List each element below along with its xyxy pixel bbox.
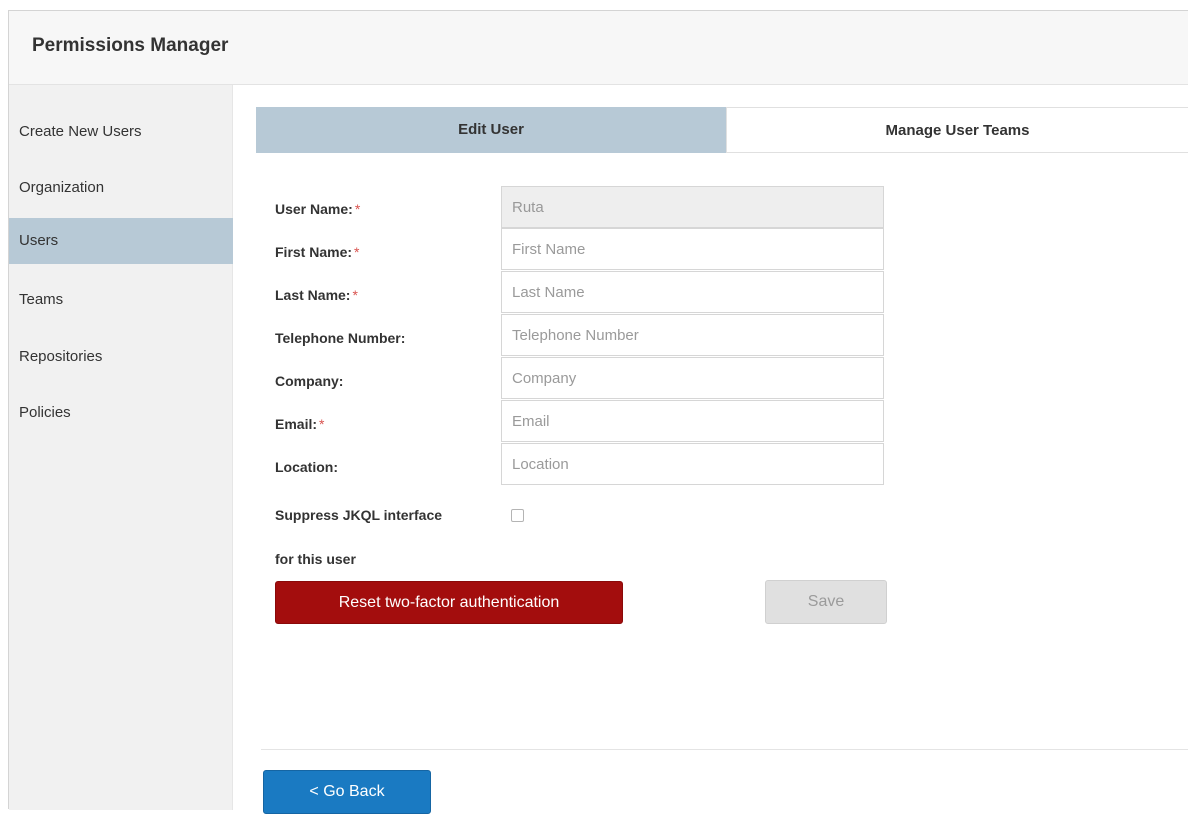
reset-two-factor-button[interactable]: Reset two-factor authentication: [275, 581, 623, 624]
tab-bar: Edit User Manage User Teams: [256, 107, 1188, 153]
email-label-text: Email:: [275, 416, 318, 432]
required-marker: *: [354, 201, 361, 217]
divider: [261, 749, 1188, 750]
sidebar-item-create-new-users[interactable]: Create New Users: [9, 109, 233, 155]
required-marker: *: [319, 416, 325, 432]
username-field[interactable]: [501, 186, 884, 228]
username-label-text: User Name:: [275, 201, 353, 217]
email-label: Email: *: [275, 416, 324, 432]
sidebar-item-organization[interactable]: Organization: [9, 165, 233, 211]
sidebar-item-users[interactable]: Users: [9, 218, 233, 264]
go-back-button[interactable]: < Go Back: [263, 770, 431, 814]
first-name-label-text: First Name:: [275, 244, 353, 260]
app-title: Permissions Manager: [32, 35, 229, 56]
email-field[interactable]: [501, 400, 884, 442]
first-name-field[interactable]: [501, 228, 884, 270]
company-label: Company:: [275, 373, 344, 389]
save-button[interactable]: Save: [765, 580, 887, 624]
telephone-label: Telephone Number:: [275, 330, 406, 346]
last-name-label: Last Name: *: [275, 287, 358, 303]
top-bar: Permissions Manager: [9, 11, 1188, 85]
required-marker: *: [352, 287, 358, 303]
username-label: User Name: *: [275, 201, 360, 217]
tab-edit-user[interactable]: Edit User: [256, 107, 726, 153]
location-label: Location:: [275, 459, 338, 475]
last-name-field[interactable]: [501, 271, 884, 313]
sidebar: Create New Users Organization Users Team…: [9, 85, 233, 810]
location-field[interactable]: [501, 443, 884, 485]
first-name-label: First Name: *: [275, 244, 359, 260]
required-marker: *: [354, 244, 360, 260]
main-content: Edit User Manage User Teams User Name: * …: [233, 85, 1188, 814]
last-name-label-text: Last Name:: [275, 287, 351, 303]
sidebar-item-policies[interactable]: Policies: [9, 390, 233, 436]
suppress-jkql-label-line1: Suppress JKQL interface: [275, 507, 443, 523]
tab-manage-user-teams[interactable]: Manage User Teams: [726, 107, 1188, 153]
sidebar-item-repositories[interactable]: Repositories: [9, 334, 233, 380]
sidebar-item-teams[interactable]: Teams: [9, 277, 233, 323]
telephone-field[interactable]: [501, 314, 884, 356]
suppress-jkql-checkbox[interactable]: [511, 509, 524, 522]
app-window: Permissions Manager Create New Users Org…: [8, 10, 1188, 814]
company-field[interactable]: [501, 357, 884, 399]
suppress-jkql-label-line2: for this user: [275, 551, 356, 567]
